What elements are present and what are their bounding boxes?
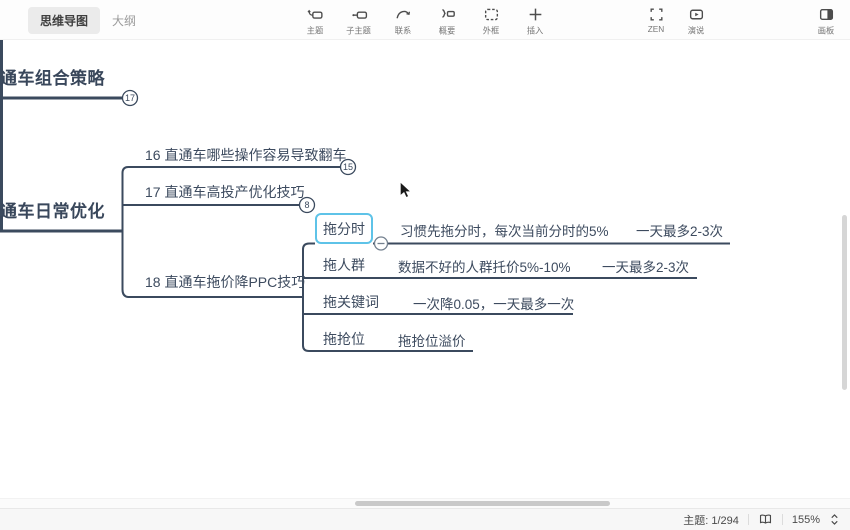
- subtopic-label: 子主题: [347, 25, 372, 37]
- board-button[interactable]: 画板: [808, 3, 844, 37]
- view-tabs: 思维导图 大纲: [28, 0, 136, 40]
- board-icon: [818, 6, 835, 23]
- node-drag-time-selected[interactable]: 拖分时: [315, 213, 373, 244]
- statusbar-divider: [782, 514, 783, 525]
- frame-label: 外框: [483, 25, 500, 37]
- zen-label: ZEN: [648, 24, 665, 33]
- present-icon: [688, 6, 705, 23]
- relation-button[interactable]: 联系: [385, 3, 421, 37]
- horizontal-scrollbar[interactable]: [355, 501, 610, 506]
- insert-tools-group: 主题 子主题 联系 概要 外框 插入: [297, 3, 553, 37]
- collapse-minus-icon[interactable]: [375, 237, 388, 250]
- zen-button[interactable]: ZEN: [638, 3, 674, 37]
- tab-mindmap[interactable]: 思维导图: [28, 7, 100, 34]
- zoom-level[interactable]: 155%: [792, 514, 820, 526]
- vertical-scrollbar[interactable]: [842, 215, 847, 390]
- node-drag-audience-detail[interactable]: 数据不好的人群托价5%-10%: [398, 256, 571, 276]
- frame-button[interactable]: 外框: [473, 3, 509, 37]
- node-17[interactable]: 17 直通车高投产优化技巧: [145, 182, 304, 202]
- mode-tools-group: ZEN 演说: [638, 3, 714, 37]
- svg-text:8: 8: [304, 200, 309, 210]
- node-drag-position[interactable]: 拖抢位: [323, 329, 365, 349]
- topic-button[interactable]: 主题: [297, 3, 333, 37]
- subtopic-icon: [351, 6, 368, 23]
- board-label: 画板: [818, 25, 835, 37]
- summary-label: 概要: [439, 25, 456, 37]
- top-toolbar: 思维导图 大纲 主题 子主题 联系 概要 外框: [0, 0, 850, 40]
- summary-icon: [439, 6, 456, 23]
- summary-button[interactable]: 概要: [429, 3, 465, 37]
- badge-17[interactable]: 17: [123, 91, 138, 106]
- node-drag-audience-note[interactable]: 一天最多2-3次: [602, 256, 689, 276]
- subtopic-button[interactable]: 子主题: [341, 3, 377, 37]
- insert-icon: [527, 6, 544, 23]
- node-drag-time-label: 拖分时: [323, 219, 365, 239]
- zen-icon: [648, 6, 665, 23]
- status-bar: 主题: 1/294 155%: [0, 508, 850, 530]
- node-combo-strategy[interactable]: 通车组合策略: [0, 64, 105, 89]
- topic-counter: 主题: 1/294: [683, 512, 739, 528]
- node-18[interactable]: 18 直通车拖价降PPC技巧: [145, 272, 305, 292]
- topic-label: 主题: [307, 25, 324, 37]
- zoom-stepper-icon[interactable]: [829, 513, 840, 526]
- overview-icon[interactable]: [758, 512, 773, 527]
- relation-label: 联系: [395, 25, 412, 37]
- mindmap-app: 思维导图 大纲 主题 子主题 联系 概要 外框: [0, 0, 850, 530]
- node-drag-keyword-detail[interactable]: 一次降0.05，一天最多一次: [413, 293, 574, 313]
- node-16[interactable]: 16 直通车哪些操作容易导致翻车: [145, 145, 346, 165]
- relation-icon: [395, 6, 412, 23]
- node-drag-position-detail[interactable]: 拖抢位溢价: [398, 330, 466, 350]
- frame-icon: [483, 6, 500, 23]
- insert-button[interactable]: 插入: [517, 3, 553, 37]
- present-label: 演说: [688, 25, 705, 37]
- svg-text:17: 17: [125, 93, 135, 103]
- mouse-cursor: [400, 182, 412, 203]
- statusbar-divider: [748, 514, 749, 525]
- insert-label: 插入: [527, 25, 544, 37]
- node-drag-keyword[interactable]: 拖关键词: [323, 292, 379, 312]
- node-daily-optimize[interactable]: 通车日常优化: [0, 197, 105, 222]
- node-drag-time-note[interactable]: 一天最多2-3次: [636, 220, 723, 240]
- topic-icon: [307, 6, 324, 23]
- node-drag-time-detail[interactable]: 习惯先拖分时，每次当前分时的5%: [400, 220, 609, 240]
- mindmap-canvas[interactable]: 17 15 8 通车组合策略 通车日常优化 16 直通车哪些操作容易导致翻车 1…: [0, 40, 850, 508]
- node-drag-audience[interactable]: 拖人群: [323, 255, 365, 275]
- tab-outline[interactable]: 大纲: [112, 12, 136, 29]
- present-button[interactable]: 演说: [678, 3, 714, 37]
